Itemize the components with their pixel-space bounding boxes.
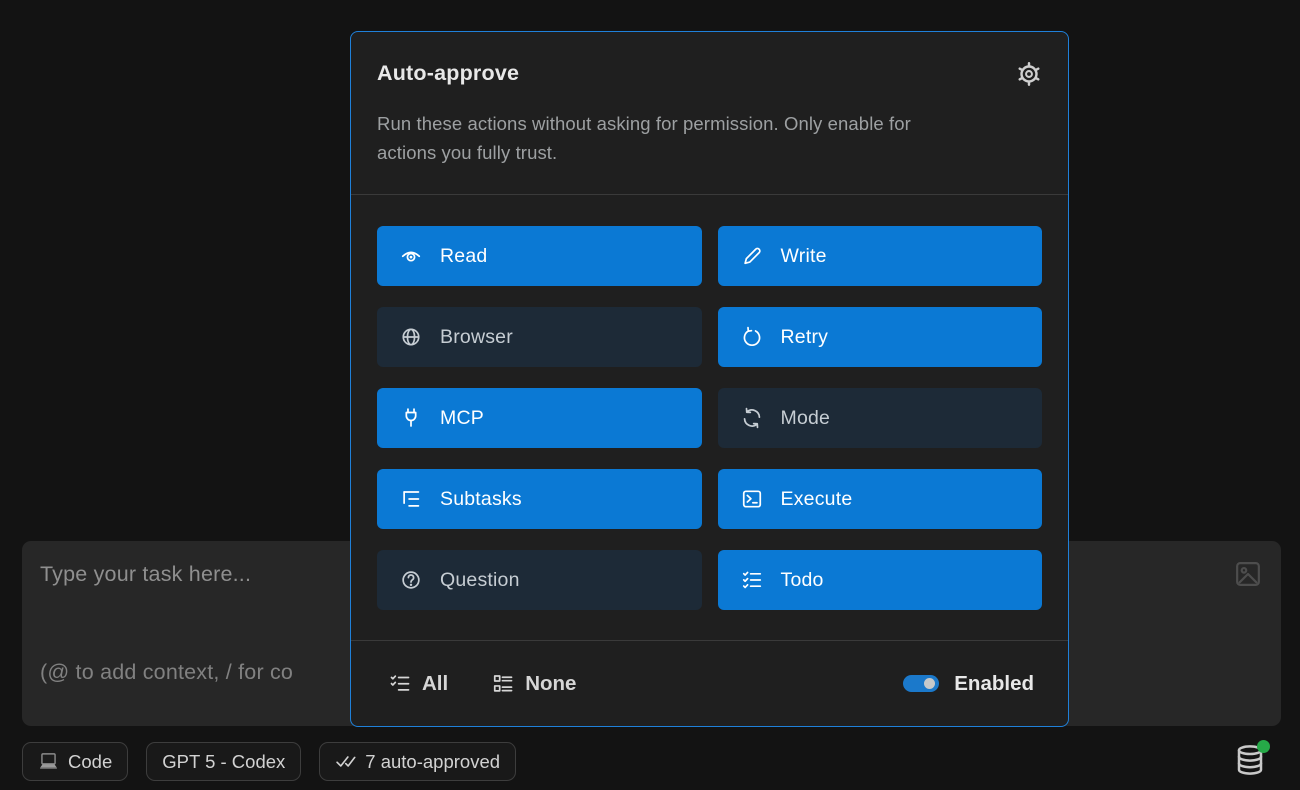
action-label: Write (781, 245, 827, 268)
action-label: Todo (781, 569, 824, 592)
laptop-icon (38, 751, 59, 772)
globe-icon (400, 326, 422, 348)
auto-approve-grid: Read Write Browser Retry MCP Mode Subtas… (377, 226, 1042, 610)
mode-selector-button[interactable]: Code (22, 742, 128, 781)
auto-approved-summary-button[interactable]: 7 auto-approved (319, 742, 516, 781)
action-button-todo[interactable]: Todo (718, 550, 1043, 610)
question-icon (400, 569, 422, 591)
select-all-label: All (422, 672, 448, 696)
checklist-all-icon (389, 673, 411, 695)
checklist-icon (741, 569, 763, 591)
double-check-icon (335, 751, 356, 772)
auto-approve-description: Run these actions without asking for per… (377, 109, 955, 167)
enabled-toggle[interactable] (903, 675, 939, 692)
sync-icon (741, 407, 763, 429)
terminal-icon (741, 488, 763, 510)
action-button-mode[interactable]: Mode (718, 388, 1043, 448)
auto-approve-title: Auto-approve (377, 61, 519, 86)
auto-approve-modal: Auto-approve Run these actions without a… (350, 31, 1069, 727)
action-label: Execute (781, 488, 853, 511)
settings-button[interactable] (1016, 61, 1042, 87)
action-button-browser[interactable]: Browser (377, 307, 702, 367)
retry-icon (741, 326, 763, 348)
plug-icon (400, 407, 422, 429)
action-label: Browser (440, 326, 513, 349)
eye-icon (400, 245, 422, 267)
action-button-read[interactable]: Read (377, 226, 702, 286)
list-none-icon (492, 673, 514, 695)
select-none-button[interactable]: None (492, 672, 576, 696)
auto-approve-footer: All None Enabled (351, 640, 1068, 726)
action-label: Retry (781, 326, 829, 349)
action-label: MCP (440, 407, 484, 430)
image-icon (1234, 560, 1262, 588)
action-button-question[interactable]: Question (377, 550, 702, 610)
auto-approved-label: 7 auto-approved (365, 751, 500, 773)
action-label: Question (440, 569, 520, 592)
toggle-knob (924, 678, 935, 689)
mode-label: Code (68, 751, 112, 773)
action-label: Read (440, 245, 487, 268)
attach-image-button[interactable] (1234, 560, 1262, 588)
action-label: Mode (781, 407, 831, 430)
select-none-label: None (525, 672, 576, 696)
gear-icon (1016, 61, 1042, 87)
model-label: GPT 5 - Codex (162, 751, 285, 773)
model-selector-button[interactable]: GPT 5 - Codex (146, 742, 301, 781)
action-button-subtasks[interactable]: Subtasks (377, 469, 702, 529)
action-label: Subtasks (440, 488, 522, 511)
action-button-retry[interactable]: Retry (718, 307, 1043, 367)
status-bar: Code GPT 5 - Codex 7 auto-approved (22, 742, 516, 781)
enabled-label: Enabled (954, 672, 1034, 696)
action-button-execute[interactable]: Execute (718, 469, 1043, 529)
context-hint: (@ to add context, / for co (40, 660, 293, 685)
action-button-mcp[interactable]: MCP (377, 388, 702, 448)
task-input-placeholder: Type your task here... (40, 562, 251, 587)
pencil-icon (741, 245, 763, 267)
action-button-write[interactable]: Write (718, 226, 1043, 286)
status-dot (1257, 740, 1270, 753)
select-all-button[interactable]: All (389, 672, 448, 696)
history-database-button[interactable] (1232, 743, 1268, 779)
auto-approve-header: Auto-approve Run these actions without a… (351, 32, 1068, 194)
list-tree-icon (400, 488, 422, 510)
